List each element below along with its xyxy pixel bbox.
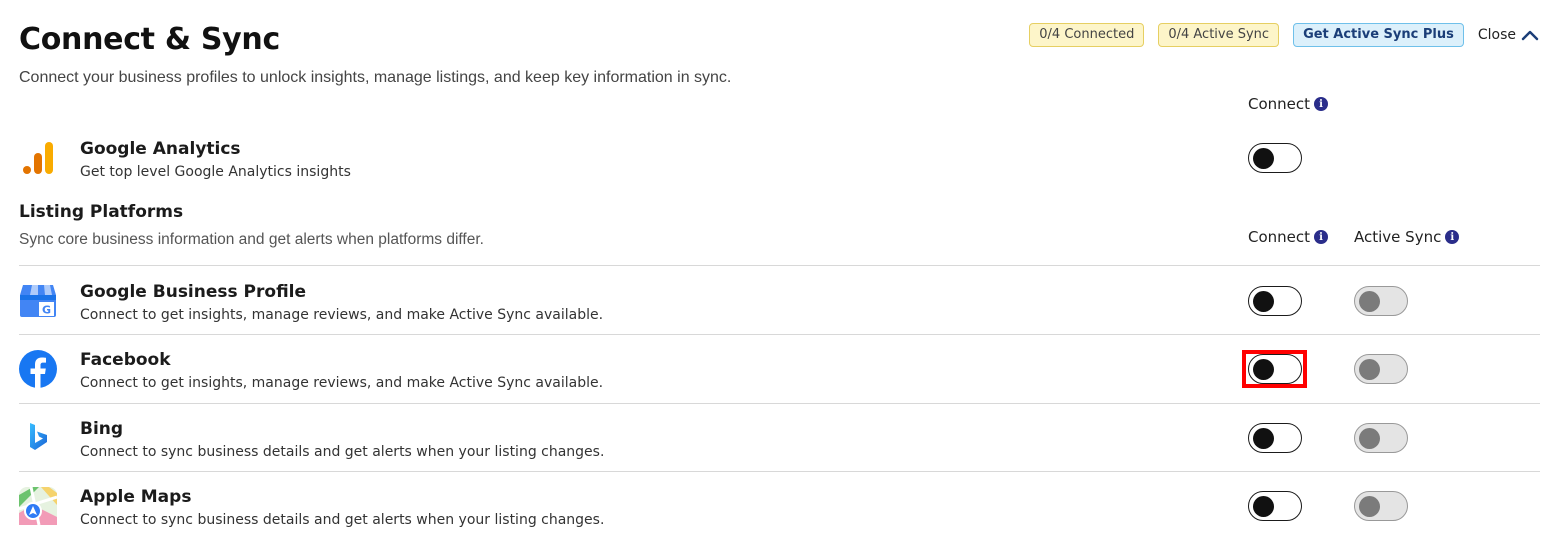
active-sync-header: Active Sync i: [1354, 228, 1460, 246]
platform-row-bing: Bing Connect to sync business details an…: [19, 419, 719, 461]
platform-description: Connect to get insights, manage reviews,…: [80, 307, 604, 323]
platform-description: Connect to sync business details and get…: [80, 512, 605, 528]
google-analytics-name: Google Analytics: [80, 139, 241, 159]
page-title: Connect & Sync: [19, 22, 280, 57]
close-button[interactable]: Close: [1478, 27, 1540, 43]
apple-maps-icon: [19, 487, 57, 525]
facebook-icon: [19, 350, 57, 388]
bing-active-sync-toggle[interactable]: [1354, 423, 1408, 453]
toggle-knob: [1359, 427, 1380, 449]
platform-name: Google Business Profile: [80, 282, 307, 302]
analytics-connect-header: Connect i: [1248, 95, 1329, 113]
info-icon[interactable]: i: [1445, 230, 1460, 244]
apple-maps-connect-toggle[interactable]: [1248, 491, 1302, 521]
google-analytics-row: Google Analytics Get top level Google An…: [19, 139, 619, 181]
highlight-box: [1242, 350, 1307, 388]
info-icon[interactable]: i: [1314, 97, 1329, 111]
toggle-knob: [1253, 427, 1274, 449]
platform-name: Bing: [80, 419, 124, 439]
svg-text:G: G: [42, 304, 51, 317]
toggle-knob: [1359, 290, 1380, 312]
platform-row-facebook: Facebook Connect to get insights, manage…: [19, 350, 719, 392]
chevron-up-icon: [1521, 30, 1539, 41]
header-actions: 0/4 Connected 0/4 Active Sync Get Active…: [1029, 23, 1540, 47]
platform-description: Connect to get insights, manage reviews,…: [80, 375, 604, 391]
active-sync-count-badge: 0/4 Active Sync: [1158, 23, 1280, 47]
platform-description: Connect to sync business details and get…: [80, 444, 605, 460]
platform-name: Apple Maps: [80, 487, 192, 507]
info-icon[interactable]: i: [1314, 230, 1329, 244]
bing-icon: [19, 419, 57, 457]
facebook-active-sync-toggle[interactable]: [1354, 354, 1408, 384]
listing-connect-header-label: Connect: [1248, 228, 1311, 246]
bing-connect-toggle[interactable]: [1248, 423, 1302, 453]
platform-row-apple-maps: Apple Maps Connect to sync business deta…: [19, 487, 719, 529]
platform-name: Facebook: [80, 350, 171, 370]
get-active-sync-plus-button[interactable]: Get Active Sync Plus: [1293, 23, 1464, 47]
google-analytics-description: Get top level Google Analytics insights: [80, 164, 351, 180]
toggle-knob: [1359, 358, 1380, 380]
page-subtitle: Connect your business profiles to unlock…: [19, 69, 732, 86]
google-business-profile-icon: G: [19, 282, 57, 320]
platform-row-google-business-profile: G Google Business Profile Connect to get…: [19, 282, 719, 324]
divider: [19, 334, 1540, 335]
toggle-knob: [1253, 147, 1274, 169]
toggle-knob: [1359, 495, 1380, 517]
google-business-profile-active-sync-toggle[interactable]: [1354, 286, 1408, 316]
listing-connect-header: Connect i: [1248, 228, 1329, 246]
close-label: Close: [1477, 27, 1516, 43]
google-analytics-connect-toggle[interactable]: [1248, 143, 1302, 173]
divider: [19, 265, 1540, 266]
connected-count-badge: 0/4 Connected: [1029, 23, 1145, 47]
toggle-knob: [1253, 290, 1274, 312]
apple-maps-active-sync-toggle[interactable]: [1354, 491, 1408, 521]
google-business-profile-connect-toggle[interactable]: [1248, 286, 1302, 316]
analytics-connect-header-label: Connect: [1248, 95, 1311, 113]
listing-platforms-subtitle: Sync core business information and get a…: [19, 231, 484, 248]
listing-platforms-title: Listing Platforms: [19, 202, 184, 222]
toggle-knob: [1253, 495, 1274, 517]
divider: [19, 403, 1540, 404]
google-analytics-icon: [19, 139, 57, 177]
active-sync-header-label: Active Sync: [1354, 228, 1442, 246]
divider: [19, 471, 1540, 472]
